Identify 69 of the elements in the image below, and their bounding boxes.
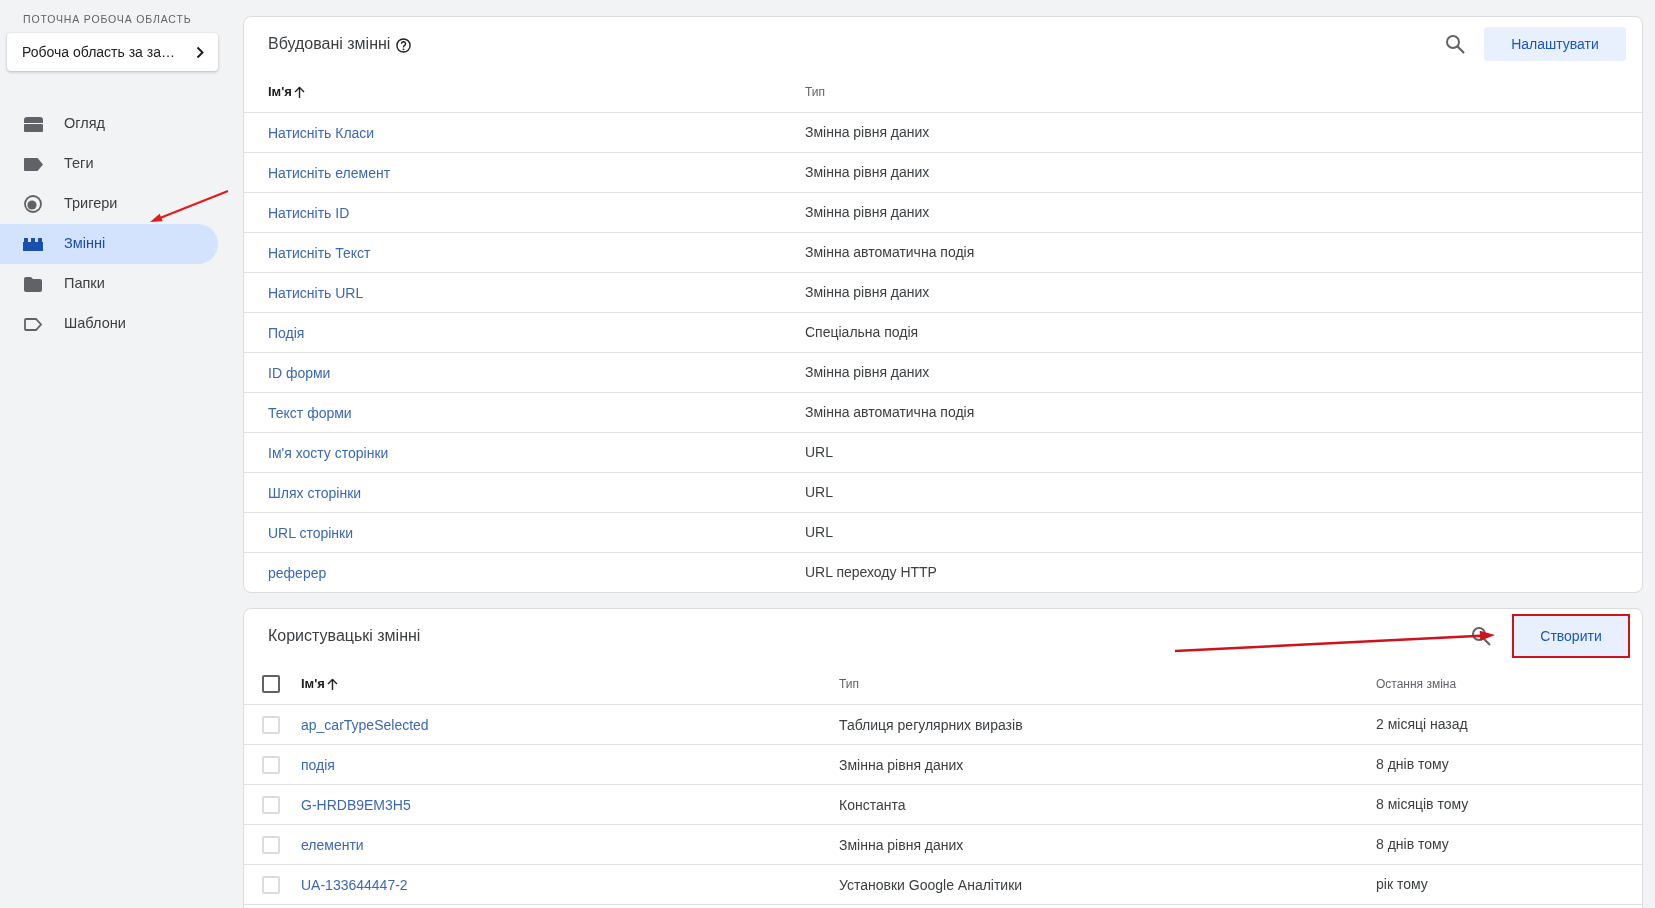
create-button[interactable]: Створити xyxy=(1512,614,1630,658)
variable-link[interactable]: елементи xyxy=(301,836,364,853)
variable-link[interactable]: URL сторінки xyxy=(268,524,353,541)
variable-link[interactable]: Подія xyxy=(268,324,305,341)
variable-link[interactable]: ID форми xyxy=(268,364,331,381)
table-cell-text: 8 місяців тому xyxy=(1376,795,1469,814)
table-cell-text: 8 днів тому xyxy=(1376,755,1449,774)
table-cell-text: Змінна рівня даних xyxy=(805,363,930,382)
table-cell-text: Змінна автоматична подія xyxy=(805,243,975,262)
tray-icon xyxy=(23,116,43,132)
table-cell-text: 8 днів тому xyxy=(1376,835,1449,854)
variable-link[interactable]: G-HRDB9EM3H5 xyxy=(301,796,411,813)
card-title: Вбудовані змінні xyxy=(268,34,391,54)
table-cell: Таблиця регулярних виразів xyxy=(839,716,1023,733)
table-cell: Установки Google Аналітики xyxy=(839,876,1023,893)
nav-item[interactable]: Змінні xyxy=(0,224,218,264)
nav-item[interactable]: Огляд xyxy=(0,104,218,144)
help-icon[interactable] xyxy=(396,37,412,53)
workspace-label: ПОТОЧНА РОБОЧА ОБЛАСТЬ xyxy=(22,12,193,25)
variable-link[interactable]: Натисніть елемент xyxy=(268,164,391,181)
table-cell-text: URL xyxy=(805,483,833,502)
search-icon[interactable] xyxy=(1471,626,1491,646)
column-header: Тип xyxy=(805,83,825,101)
table-cell: Змінна рівня даних xyxy=(839,836,964,853)
variable-link[interactable]: Ім'я хосту сторінки xyxy=(268,444,389,461)
table-cell-text: Змінна автоматична подія xyxy=(805,403,975,422)
variable-link[interactable]: Натисніть URL xyxy=(268,284,364,301)
column-header: Остання зміна xyxy=(1376,675,1457,693)
variable-link[interactable]: Текст форми xyxy=(268,404,352,421)
table-cell: Змінна рівня даних xyxy=(839,756,964,773)
table-cell-text: рік тому xyxy=(1376,875,1428,894)
nav-item[interactable]: Теги xyxy=(0,144,218,184)
configure-button[interactable]: Налаштувати xyxy=(1484,27,1626,61)
brick-icon xyxy=(23,237,43,251)
table-cell-text: Змінна рівня даних xyxy=(805,123,930,142)
variable-link[interactable]: реферер xyxy=(268,564,327,581)
column-header[interactable]: Ім'я xyxy=(301,673,325,694)
table-cell-text: 2 місяці назад xyxy=(1376,715,1468,734)
nav-item[interactable]: Шаблони xyxy=(0,304,218,344)
table-cell-text: URL переходу HTTP xyxy=(805,563,937,582)
checkbox[interactable] xyxy=(262,674,280,693)
table-cell-text: Спеціальна подія xyxy=(805,323,919,342)
circle-dot-icon xyxy=(24,195,42,213)
workspace-selector[interactable]: Робоча область за за… xyxy=(7,33,218,71)
variable-link[interactable]: UA-133644447-2 xyxy=(301,876,408,893)
table-cell-text: URL xyxy=(805,523,833,542)
column-header[interactable]: Ім'я xyxy=(268,81,292,102)
variable-link[interactable]: Натисніть Класи xyxy=(268,124,375,141)
table-cell-text: URL xyxy=(805,443,833,462)
variable-link[interactable]: подія xyxy=(301,756,335,773)
sort-up-icon[interactable] xyxy=(326,677,338,690)
tag-outline-icon xyxy=(24,317,42,331)
table-cell-text: Змінна рівня даних xyxy=(805,283,930,302)
variable-link[interactable]: ap_carTypeSelected xyxy=(301,716,429,733)
column-header: Тип xyxy=(839,675,859,693)
table-cell-text: Змінна рівня даних xyxy=(805,163,930,182)
table-cell: Константа xyxy=(839,796,906,813)
table-cell-text: Змінна рівня даних xyxy=(805,203,930,222)
tag-icon xyxy=(23,157,43,171)
chevron-right-icon xyxy=(196,45,204,59)
nav-item[interactable]: Папки xyxy=(0,264,218,304)
folder-icon xyxy=(24,276,42,292)
search-icon[interactable] xyxy=(1445,34,1465,54)
variable-link[interactable]: Натисніть ID xyxy=(268,204,350,221)
variable-link[interactable]: Натисніть Текст xyxy=(268,244,371,261)
variable-link[interactable]: Шлях сторінки xyxy=(268,484,362,501)
sort-up-icon[interactable] xyxy=(293,85,305,98)
card-title: Користувацькі змінні xyxy=(268,626,421,646)
nav-item[interactable]: Тригери xyxy=(0,184,218,224)
